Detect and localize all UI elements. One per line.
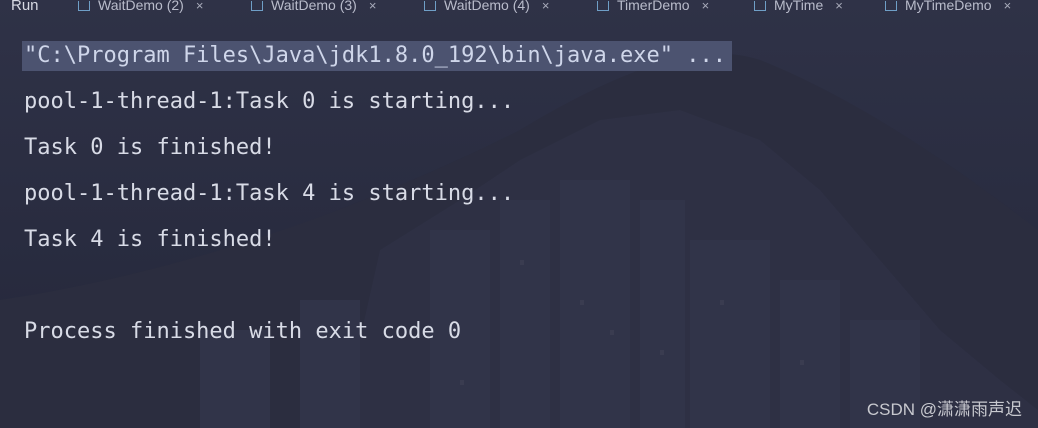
console-line: Task 4 is finished!: [24, 227, 276, 252]
console-line: pool-1-thread-1:Task 4 is starting...: [24, 181, 515, 206]
console-output[interactable]: "C:\Program Files\Java\jdk1.8.0_192\bin\…: [0, 0, 1038, 428]
watermark: CSDN @潇潇雨声迟: [866, 400, 1022, 419]
console-line-exit-status: Process finished with exit code 0: [24, 319, 462, 344]
console-line-command[interactable]: "C:\Program Files\Java\jdk1.8.0_192\bin\…: [22, 41, 732, 71]
console-line: Task 0 is finished!: [24, 135, 276, 160]
console-line: pool-1-thread-1:Task 0 is starting...: [24, 89, 515, 114]
